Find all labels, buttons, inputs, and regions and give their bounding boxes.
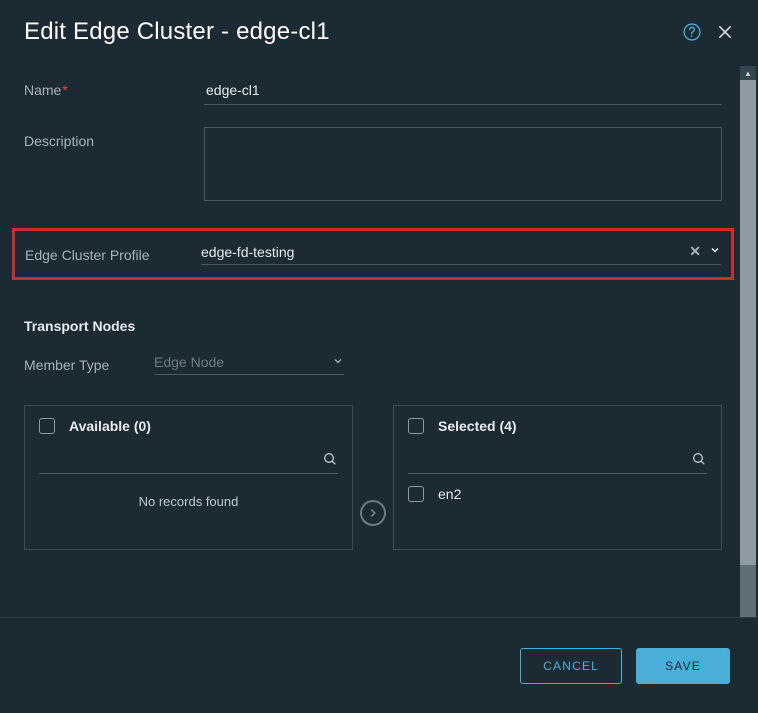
modal-body: Name* Description Edge Cluster Profile e…	[0, 66, 746, 617]
transfer-lists: Available (0) No records found	[24, 405, 722, 550]
edit-edge-cluster-modal: Edit Edge Cluster - edge-cl1 ▲ Name*	[0, 0, 758, 713]
name-label: Name*	[24, 76, 204, 98]
description-row: Description	[24, 127, 722, 206]
member-type-row: Member Type Edge Node	[24, 354, 722, 375]
profile-value: edge-fd-testing	[201, 244, 689, 260]
available-title: Available (0)	[69, 418, 151, 434]
required-asterisk: *	[62, 82, 67, 98]
selected-select-all-checkbox[interactable]	[408, 418, 424, 434]
available-body: No records found	[25, 480, 352, 549]
close-icon[interactable]	[716, 23, 734, 41]
name-input[interactable]	[204, 76, 722, 105]
help-icon[interactable]	[682, 22, 702, 42]
member-type-value: Edge Node	[154, 354, 224, 370]
modal-footer: CANCEL SAVE	[0, 617, 758, 713]
available-search[interactable]	[39, 448, 338, 474]
modal-header: Edit Edge Cluster - edge-cl1	[0, 0, 758, 64]
description-input[interactable]	[204, 127, 722, 201]
available-panel: Available (0) No records found	[24, 405, 353, 550]
selected-panel: Selected (4) en2	[393, 405, 722, 550]
edge-cluster-profile-row: Edge Cluster Profile edge-fd-testing ✕	[12, 228, 734, 280]
profile-select[interactable]: edge-fd-testing ✕	[201, 243, 721, 265]
selected-title: Selected (4)	[438, 418, 517, 434]
name-label-text: Name	[24, 82, 61, 98]
cancel-button[interactable]: CANCEL	[520, 648, 622, 684]
selected-header: Selected (4)	[394, 406, 721, 442]
profile-label: Edge Cluster Profile	[25, 245, 201, 263]
save-button[interactable]: SAVE	[636, 648, 730, 684]
modal-title: Edit Edge Cluster - edge-cl1	[24, 18, 682, 46]
member-type-label: Member Type	[24, 357, 154, 373]
available-header: Available (0)	[25, 406, 352, 442]
chevron-down-icon[interactable]	[709, 244, 721, 259]
transport-nodes-heading: Transport Nodes	[24, 318, 722, 334]
search-icon[interactable]	[691, 451, 707, 471]
selected-search[interactable]	[408, 448, 707, 474]
name-row: Name*	[24, 76, 722, 105]
available-empty-text: No records found	[139, 494, 239, 509]
clear-profile-icon[interactable]: ✕	[689, 243, 701, 260]
transfer-right-button[interactable]	[360, 500, 386, 526]
member-type-select[interactable]: Edge Node	[154, 354, 344, 375]
item-checkbox[interactable]	[408, 486, 424, 502]
description-label: Description	[24, 127, 204, 149]
available-select-all-checkbox[interactable]	[39, 418, 55, 434]
search-icon[interactable]	[322, 451, 338, 471]
transfer-middle	[353, 405, 393, 550]
list-item[interactable]: en2	[394, 480, 721, 508]
item-label: en2	[438, 486, 461, 502]
chevron-down-icon[interactable]	[332, 355, 344, 370]
